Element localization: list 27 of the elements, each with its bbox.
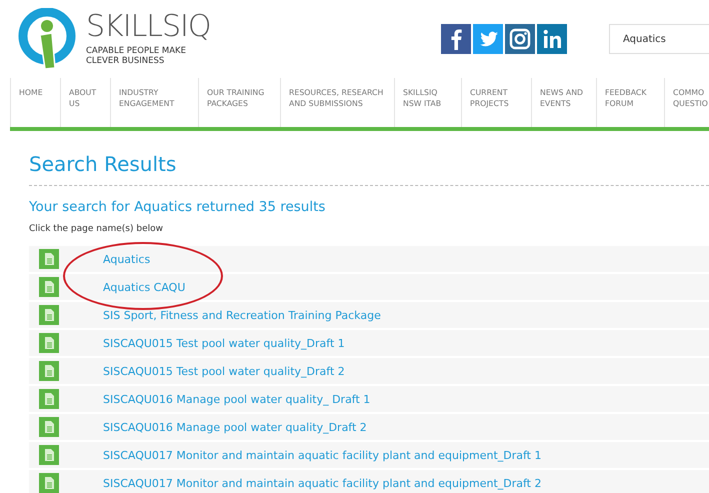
- search-field[interactable]: Aquatics: [609, 24, 709, 54]
- facebook-icon[interactable]: [441, 24, 471, 54]
- result-link[interactable]: SISCAQU016 Manage pool water quality_ Draft 1: [103, 392, 370, 406]
- document-icon: [39, 417, 59, 437]
- camera-icon[interactable]: [505, 24, 535, 54]
- page-title: Search Results: [29, 151, 178, 177]
- document-icon: [39, 305, 59, 325]
- document-icon: [39, 389, 59, 409]
- result-link[interactable]: Aquatics CAQU: [103, 280, 186, 294]
- bird-icon[interactable]: [473, 24, 503, 54]
- linkedin-icon[interactable]: [537, 24, 567, 54]
- document-icon: [39, 445, 59, 465]
- document-icon: [39, 361, 59, 381]
- logo-tagline: CAPABLE PEOPLE MAKE: [86, 46, 187, 56]
- result-link[interactable]: SISCAQU015 Test pool water quality_Draft 1: [103, 336, 345, 350]
- results-summary: Your search for Aquatics returned 35 results: [29, 198, 326, 216]
- logo-tagline: CLEVER BUSINESS: [86, 56, 166, 66]
- document-icon: [39, 249, 59, 269]
- document-icon: [39, 333, 59, 353]
- result-link[interactable]: SISCAQU015 Test pool water quality_Draft 2: [103, 364, 345, 378]
- document-icon: [39, 473, 59, 493]
- result-link[interactable]: Aquatics: [103, 252, 150, 266]
- instruction-text: Click the page name(s) below: [29, 224, 164, 234]
- result-link[interactable]: SISCAQU016 Manage pool water quality_Draft 2: [103, 420, 367, 434]
- logo-icon[interactable]: [18, 8, 78, 70]
- logo-text: SKILLSIQ: [86, 12, 210, 42]
- document-icon: [39, 277, 59, 297]
